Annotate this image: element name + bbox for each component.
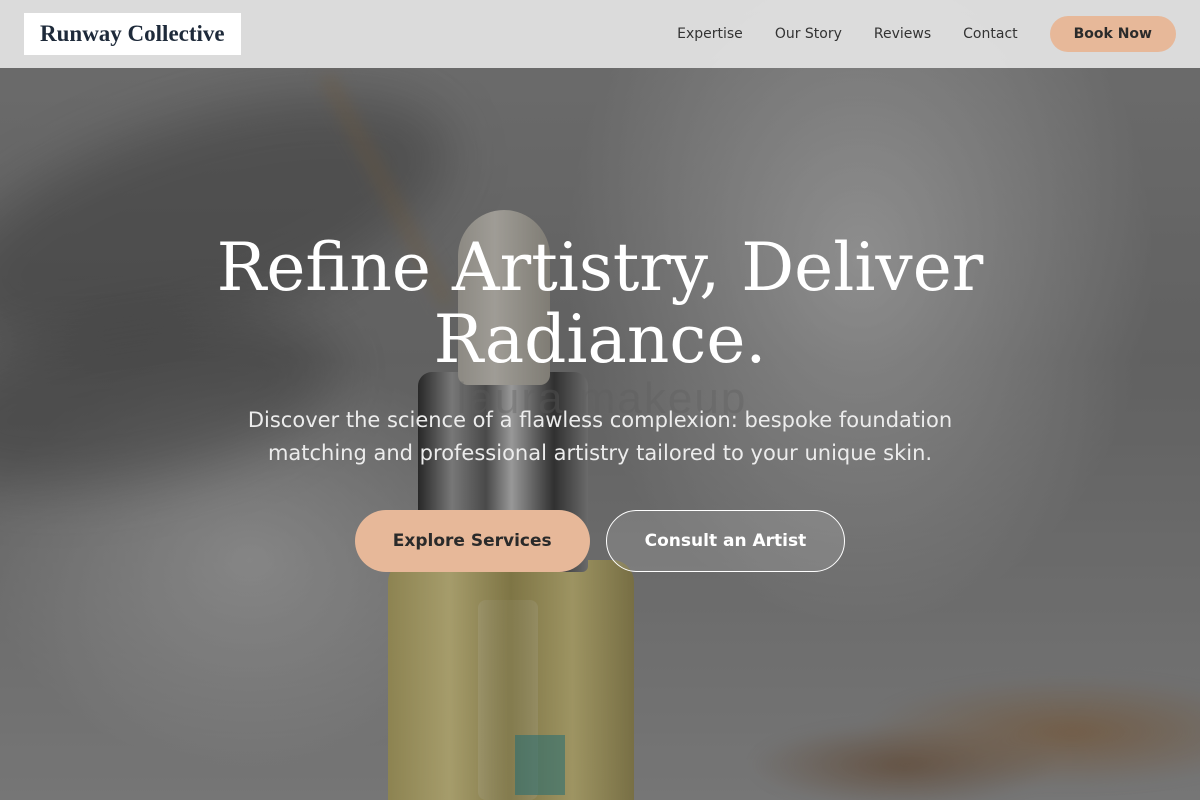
- hero-cta-row: Explore Services Consult an Artist: [0, 510, 1200, 572]
- nav-link-reviews[interactable]: Reviews: [874, 26, 931, 42]
- nav-link-expertise[interactable]: Expertise: [677, 26, 743, 42]
- site-header: Runway Collective Expertise Our Story Re…: [0, 0, 1200, 68]
- hero-subtitle: Discover the science of a flawless compl…: [247, 408, 953, 465]
- main-nav: Expertise Our Story Reviews Contact Book…: [677, 16, 1176, 52]
- hero-content: Refine Artistry, Deliver Radiance. Disco…: [0, 232, 1200, 572]
- consult-artist-button[interactable]: Consult an Artist: [605, 510, 846, 572]
- hero-title: Refine Artistry, Deliver Radiance.: [216, 229, 984, 378]
- brand-logo[interactable]: Runway Collective: [24, 13, 241, 55]
- book-now-button[interactable]: Book Now: [1049, 16, 1176, 52]
- nav-link-contact[interactable]: Contact: [963, 26, 1017, 42]
- explore-services-button[interactable]: Explore Services: [354, 510, 590, 572]
- nav-link-our-story[interactable]: Our Story: [775, 26, 842, 42]
